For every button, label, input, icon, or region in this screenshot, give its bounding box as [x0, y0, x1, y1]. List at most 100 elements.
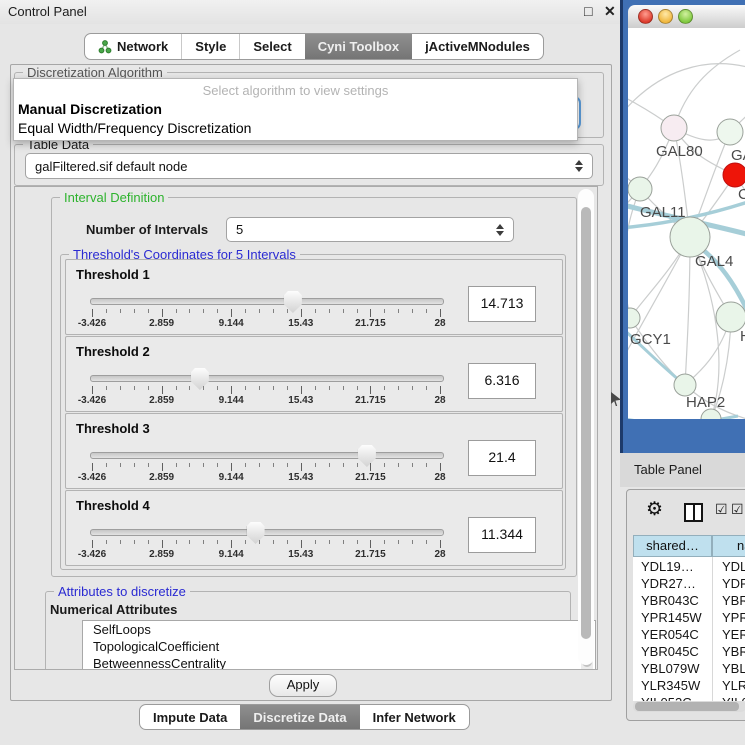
num-intervals-spinner[interactable]: 5 [226, 217, 514, 242]
tick-label: 2.859 [149, 395, 174, 406]
network-node-gal11[interactable] [628, 177, 652, 201]
slider-ticks [90, 539, 444, 548]
tick-label: 28 [434, 395, 445, 406]
list-item[interactable]: TopologicalCoefficient [83, 638, 595, 655]
table-row[interactable]: YER054CYER0 [633, 626, 745, 643]
column-header-shared-name[interactable]: shared… [633, 535, 712, 557]
threshold-1-slider[interactable]: -3.4262.8599.14415.4321.71528 [90, 290, 444, 334]
tick-label: 28 [434, 549, 445, 560]
slider-tick-labels: -3.4262.8599.14415.4321.71528 [90, 318, 444, 330]
tab-style[interactable]: Style [181, 34, 239, 59]
threshold-value-field[interactable]: 6.316 [468, 363, 536, 399]
network-edge[interactable] [685, 237, 690, 385]
node-table[interactable]: shared… na YDL19…YDL1 YDR27…YDR2 YBR043C… [633, 535, 745, 701]
spinner-stepper-icon[interactable] [496, 224, 504, 236]
column-header-name[interactable]: na [712, 535, 745, 557]
network-node-gal80[interactable] [661, 115, 687, 141]
table-row[interactable]: YBR043CYBR0 [633, 592, 745, 609]
node-label: HAP2 [686, 394, 725, 411]
num-intervals-value: 5 [236, 222, 243, 237]
table-data-combobox[interactable]: galFiltered.sif default node [25, 153, 593, 179]
network-node[interactable] [717, 119, 743, 145]
network-node-hap2[interactable] [674, 374, 696, 396]
network-edge[interactable] [628, 237, 690, 376]
table-hscrollbar-thumb[interactable] [635, 702, 739, 711]
table-row[interactable]: YLR345WYLR3 [633, 677, 745, 694]
close-window-icon[interactable]: ✕ [604, 3, 616, 20]
list-item[interactable]: SelfLoops [83, 621, 595, 638]
tick-label: 21.715 [355, 549, 386, 560]
combo-stepper-icon[interactable] [575, 160, 583, 172]
network-edge-highlighted[interactable] [628, 416, 738, 419]
tab-impute-data[interactable]: Impute Data [140, 705, 240, 729]
threshold-label: Threshold 2 [76, 344, 150, 359]
threshold-3-slider[interactable]: -3.4262.8599.14415.4321.71528 [90, 444, 444, 488]
table-row[interactable]: YDL19…YDL1 [633, 558, 745, 575]
control-panel-tabs: Network Style Select Cyni Toolbox jActiv… [84, 33, 544, 60]
tab-jactivemnodules[interactable]: jActiveMNodules [412, 34, 543, 59]
settings-scroll-panel: Interval Definition Number of Intervals … [14, 186, 598, 670]
float-window-icon[interactable]: □ [584, 3, 592, 19]
interval-definition-title: Interval Definition [60, 190, 168, 205]
table-row[interactable]: YBL079WYBL0 [633, 660, 745, 677]
numerical-attributes-label: Numerical Attributes [50, 602, 177, 617]
zoom-traffic-light-icon[interactable] [678, 9, 693, 24]
threshold-value-field[interactable]: 11.344 [468, 517, 536, 553]
tick-label: 21.715 [355, 472, 386, 483]
split-view-icon[interactable] [684, 503, 703, 522]
gear-icon[interactable]: ⚙ [646, 498, 663, 521]
slider-ticks [90, 462, 444, 471]
network-window-titlebar[interactable] [628, 5, 745, 29]
table-row[interactable]: YPR145WYPR1 [633, 609, 745, 626]
list-item[interactable]: BetweennessCentrality [83, 655, 595, 670]
algorithm-dropdown-popup: Select algorithm to view settings Manual… [13, 78, 578, 141]
network-tab-icon [98, 40, 112, 54]
option-manual-discretization[interactable]: Manual Discretization [18, 101, 162, 117]
tick-label: -3.426 [78, 472, 106, 483]
close-traffic-light-icon[interactable] [638, 9, 653, 24]
attributes-listbox[interactable]: SelfLoops TopologicalCoefficient Between… [82, 620, 596, 670]
table-row[interactable]: YIL052CYIL0 [633, 694, 745, 701]
network-canvas[interactable]: GAL80GACGAL11GAL4GCY1HHAP2 [628, 28, 745, 419]
slider-track[interactable] [90, 298, 444, 305]
tab-discretize-data[interactable]: Discretize Data [240, 705, 359, 729]
tick-label: 2.859 [149, 318, 174, 329]
network-edge[interactable] [674, 50, 740, 128]
checkbox-icon[interactable]: ☑ [731, 501, 744, 518]
tab-infer-network[interactable]: Infer Network [360, 705, 469, 729]
screen: Control Panel □ ✕ Network Style Select C… [0, 0, 745, 745]
checkbox-icon[interactable]: ☑ [715, 501, 728, 518]
attributes-group-title: Attributes to discretize [54, 584, 190, 599]
slider-track[interactable] [90, 529, 444, 536]
tick-label: -3.426 [78, 395, 106, 406]
table-panel-title: Table Panel [634, 462, 702, 477]
tick-label: 15.43 [288, 395, 313, 406]
tab-select[interactable]: Select [239, 34, 304, 59]
settings-scrollbar-thumb[interactable] [581, 207, 591, 639]
threshold-value-field[interactable]: 14.713 [468, 286, 536, 322]
slider-track[interactable] [90, 452, 444, 459]
network-node-gal4[interactable] [670, 217, 710, 257]
minimize-traffic-light-icon[interactable] [658, 9, 673, 24]
threshold-label: Threshold 3 [76, 421, 150, 436]
network-node-gcy1[interactable] [628, 308, 640, 328]
threshold-2-slider[interactable]: -3.4262.8599.14415.4321.71528 [90, 367, 444, 411]
threshold-4-panel: Threshold 4 -3.4262.8599.14415.4321.7152… [65, 490, 563, 566]
num-intervals-label: Number of Intervals [86, 222, 208, 237]
threshold-value-field[interactable]: 21.4 [468, 440, 536, 476]
settings-scrollbar[interactable] [578, 189, 594, 665]
threshold-4-slider[interactable]: -3.4262.8599.14415.4321.71528 [90, 521, 444, 565]
tick-label: 9.144 [219, 549, 244, 560]
table-row[interactable]: YDR27…YDR2 [633, 575, 745, 592]
slider-track[interactable] [90, 375, 444, 382]
tab-cyni-toolbox[interactable]: Cyni Toolbox [305, 34, 412, 59]
tab-network[interactable]: Network [85, 34, 181, 59]
option-equal-width-frequency[interactable]: Equal Width/Frequency Discretization [18, 120, 251, 136]
network-node[interactable] [723, 163, 745, 187]
table-row[interactable]: YBR045CYBR0 [633, 643, 745, 660]
tick-label: 9.144 [219, 472, 244, 483]
network-edge[interactable] [630, 318, 685, 385]
table-hscrollbar[interactable] [633, 701, 745, 712]
apply-button[interactable]: Apply [269, 674, 337, 697]
network-edge[interactable] [628, 64, 745, 118]
